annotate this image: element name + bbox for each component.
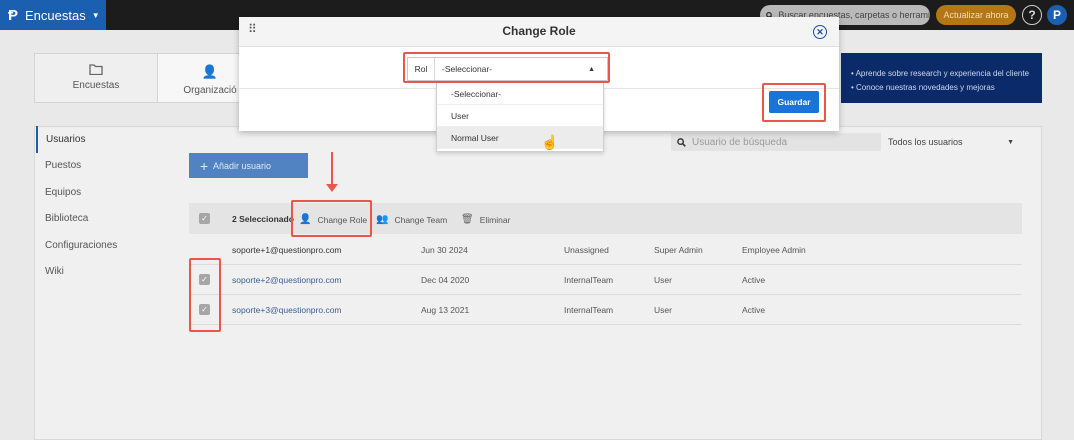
role-dropdown-menu: -Seleccionar- User Normal User <box>436 82 604 152</box>
card-organization-label: Organizació <box>183 85 237 96</box>
group-icon: 👥 <box>376 214 389 225</box>
user-team: Unassigned <box>564 245 609 255</box>
card-surveys-label: Encuestas <box>72 80 120 91</box>
sidebar-item-users[interactable]: Usuarios <box>36 126 156 153</box>
delete-label: Eliminar <box>479 214 511 225</box>
close-icon[interactable]: ✕ <box>813 25 827 39</box>
profile-avatar[interactable]: P <box>1047 5 1067 25</box>
delete-button[interactable]: 🗑 Eliminar <box>461 214 510 225</box>
role-select-group: Rol -Seleccionar- ▲ <box>407 57 608 81</box>
chevron-down-icon: ▼ <box>1007 138 1014 146</box>
select-all-checkbox[interactable]: ✓ <box>199 213 210 224</box>
user-date: Dec 04 2020 <box>421 275 470 285</box>
bulk-action-toolbar: ✓ 2 Seleccionado 👤 Change Role 👥 Change … <box>189 203 1022 234</box>
row-checkbox[interactable]: ✓ <box>199 304 210 315</box>
change-role-label: Change Role <box>317 214 368 225</box>
card-surveys[interactable]: Encuestas <box>35 54 157 102</box>
role-option[interactable]: -Seleccionar- <box>437 83 603 105</box>
sidebar-item-positions[interactable]: Puestos <box>36 153 156 180</box>
user-status: Employee Admin <box>742 245 806 255</box>
trash-icon: 🗑 <box>461 214 474 225</box>
user-filter-value: Todos los usuarios <box>888 137 963 147</box>
sidebar-item-settings[interactable]: Configuraciones <box>36 232 156 259</box>
selected-count: 2 Seleccionado <box>232 214 294 224</box>
annotation-arrow <box>331 152 333 187</box>
table-row[interactable]: ✓ soporte+2@questionpro.com Dec 04 2020 … <box>189 265 1022 295</box>
user-role: User <box>654 305 672 315</box>
user-date: Jun 30 2024 <box>421 245 468 255</box>
add-user-button[interactable]: + Añadir usuario <box>189 153 308 178</box>
change-team-button[interactable]: 👥 Change Team <box>376 214 447 225</box>
chevron-up-icon: ▲ <box>588 65 595 73</box>
upgrade-button[interactable]: Actualizar ahora <box>936 5 1016 25</box>
user-email: soporte+1@questionpro.com <box>232 245 342 255</box>
user-email[interactable]: soporte+3@questionpro.com <box>232 305 342 315</box>
modal-title: Change Role <box>502 24 576 38</box>
change-role-button[interactable]: 👤 Change Role <box>299 214 367 225</box>
change-team-label: Change Team <box>394 214 448 225</box>
banner-line: • Conoce nuestras novedades y mejoras <box>851 83 995 92</box>
folder-icon <box>89 64 103 75</box>
role-option[interactable]: User <box>437 105 603 127</box>
table-row[interactable]: ✓ soporte+3@questionpro.com Aug 13 2021 … <box>189 295 1022 325</box>
user-role: Super Admin <box>654 245 703 255</box>
app-name: Encuestas <box>25 7 86 23</box>
user-search-placeholder: Usuario de búsqueda <box>692 136 788 148</box>
save-button[interactable]: Guardar <box>769 91 819 113</box>
sidebar-item-wiki[interactable]: Wiki <box>36 259 156 286</box>
add-user-label: Añadir usuario <box>213 160 272 171</box>
role-label: Rol <box>408 58 435 80</box>
questionpro-logo-icon: Ᵽ <box>8 6 19 24</box>
sidebar: Usuarios Puestos Equipos Biblioteca Conf… <box>36 126 156 285</box>
annotation-arrow-head <box>326 184 338 192</box>
user-status: Active <box>742 305 766 315</box>
modal-header[interactable]: ⠿ Change Role ✕ <box>239 17 839 47</box>
user-email[interactable]: soporte+2@questionpro.com <box>232 275 342 285</box>
user-filter-select[interactable]: Todos los usuarios ▼ <box>884 133 1022 151</box>
info-banner[interactable]: • Aprende sobre research y experiencia d… <box>841 53 1042 103</box>
user-date: Aug 13 2021 <box>421 305 470 315</box>
user-team: InternalTeam <box>564 275 614 285</box>
hand-cursor-icon: ☝ <box>541 134 559 150</box>
chevron-down-icon: ▼ <box>91 10 100 20</box>
role-select-value: -Seleccionar- <box>442 64 493 74</box>
module-cards: Encuestas 👤 Organizació <box>34 53 262 103</box>
person-icon: 👤 <box>299 214 312 225</box>
banner-line: • Aprende sobre research y experiencia d… <box>851 69 1030 78</box>
role-option[interactable]: Normal User <box>437 127 603 149</box>
user-team: InternalTeam <box>564 305 614 315</box>
search-icon <box>677 137 686 147</box>
sidebar-item-library[interactable]: Biblioteca <box>36 206 156 233</box>
user-role: User <box>654 275 672 285</box>
help-button[interactable]: ? <box>1022 5 1042 25</box>
app-switcher[interactable]: Ᵽ Encuestas ▼ <box>0 0 106 30</box>
role-select[interactable]: -Seleccionar- ▲ <box>436 58 607 80</box>
user-search-input[interactable]: Usuario de búsqueda <box>671 133 881 151</box>
plus-icon: + <box>200 157 209 174</box>
row-checkbox[interactable]: ✓ <box>199 274 210 285</box>
user-status: Active <box>742 275 766 285</box>
sidebar-item-teams[interactable]: Equipos <box>36 179 156 206</box>
table-row[interactable]: soporte+1@questionpro.com Jun 30 2024 Un… <box>189 235 1022 265</box>
